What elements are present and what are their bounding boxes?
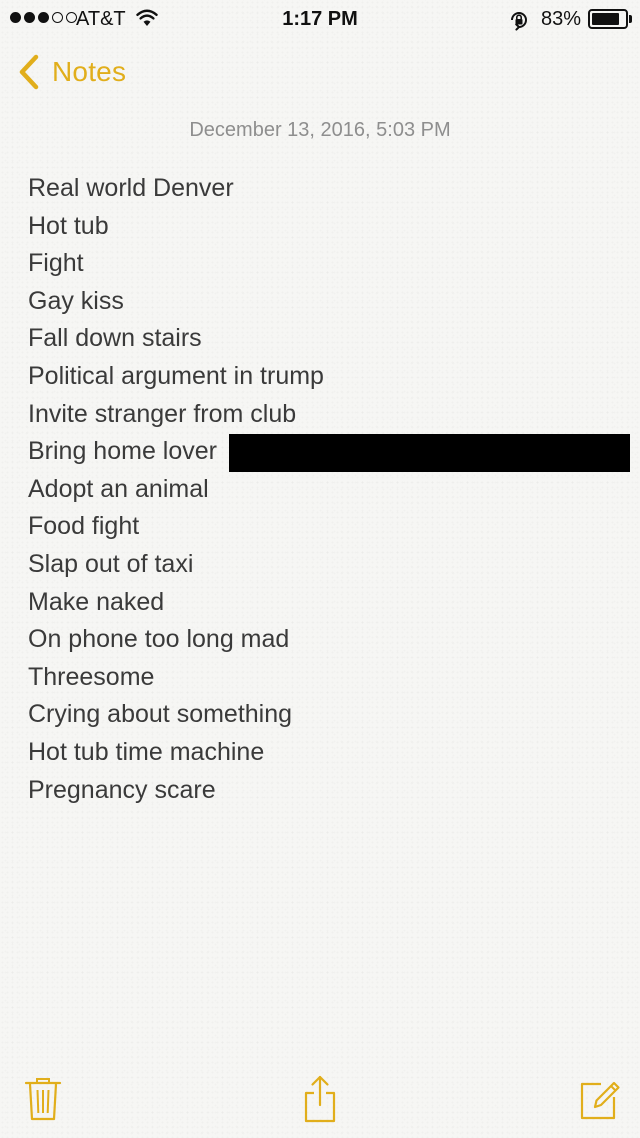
share-icon (304, 1075, 336, 1123)
redaction-bar (229, 434, 630, 472)
note-line[interactable]: Pregnancy scare (28, 772, 630, 810)
note-line[interactable]: Hot tub time machine (28, 734, 630, 772)
back-button[interactable]: Notes (16, 52, 126, 92)
trash-icon (24, 1078, 62, 1121)
note-line[interactable]: Crying about something (28, 696, 630, 734)
back-button-label: Notes (52, 56, 127, 87)
rotation-lock-icon (508, 9, 530, 37)
share-button[interactable] (297, 1074, 343, 1124)
trash-button[interactable] (20, 1074, 66, 1124)
battery-fill (592, 13, 619, 25)
note-line[interactable]: Political argument in trump (28, 358, 630, 396)
note-line[interactable]: Fall down stairs (28, 320, 630, 358)
note-date: December 13, 2016, 5:03 PM (189, 119, 451, 141)
note-line[interactable]: Real world Denver (28, 170, 630, 208)
battery-percent: 83% (541, 8, 582, 30)
compose-icon (580, 1081, 620, 1120)
note-line[interactable]: Fight (28, 245, 630, 283)
battery-tip (629, 15, 632, 23)
status-bar: AT&T 1:17 PM 83% (0, 0, 640, 40)
battery-icon (588, 9, 628, 29)
note-line[interactable]: Gay kiss (28, 283, 630, 321)
note-line[interactable]: Make naked (28, 584, 630, 622)
note-line[interactable]: Threesome (28, 659, 630, 697)
note-line[interactable]: Food fight (28, 508, 630, 546)
note-line[interactable]: On phone too long mad (28, 621, 630, 659)
note-line[interactable]: Adopt an animal (28, 471, 630, 509)
note-line[interactable]: Slap out of taxi (28, 546, 630, 584)
note-lines[interactable]: Real world Denver Hot tub Fight Gay kiss… (28, 170, 630, 809)
note-line[interactable]: Hot tub (28, 208, 630, 246)
compose-button[interactable] (576, 1074, 622, 1124)
chevron-left-icon (19, 54, 39, 90)
note-line[interactable]: Invite stranger from club (28, 396, 630, 434)
